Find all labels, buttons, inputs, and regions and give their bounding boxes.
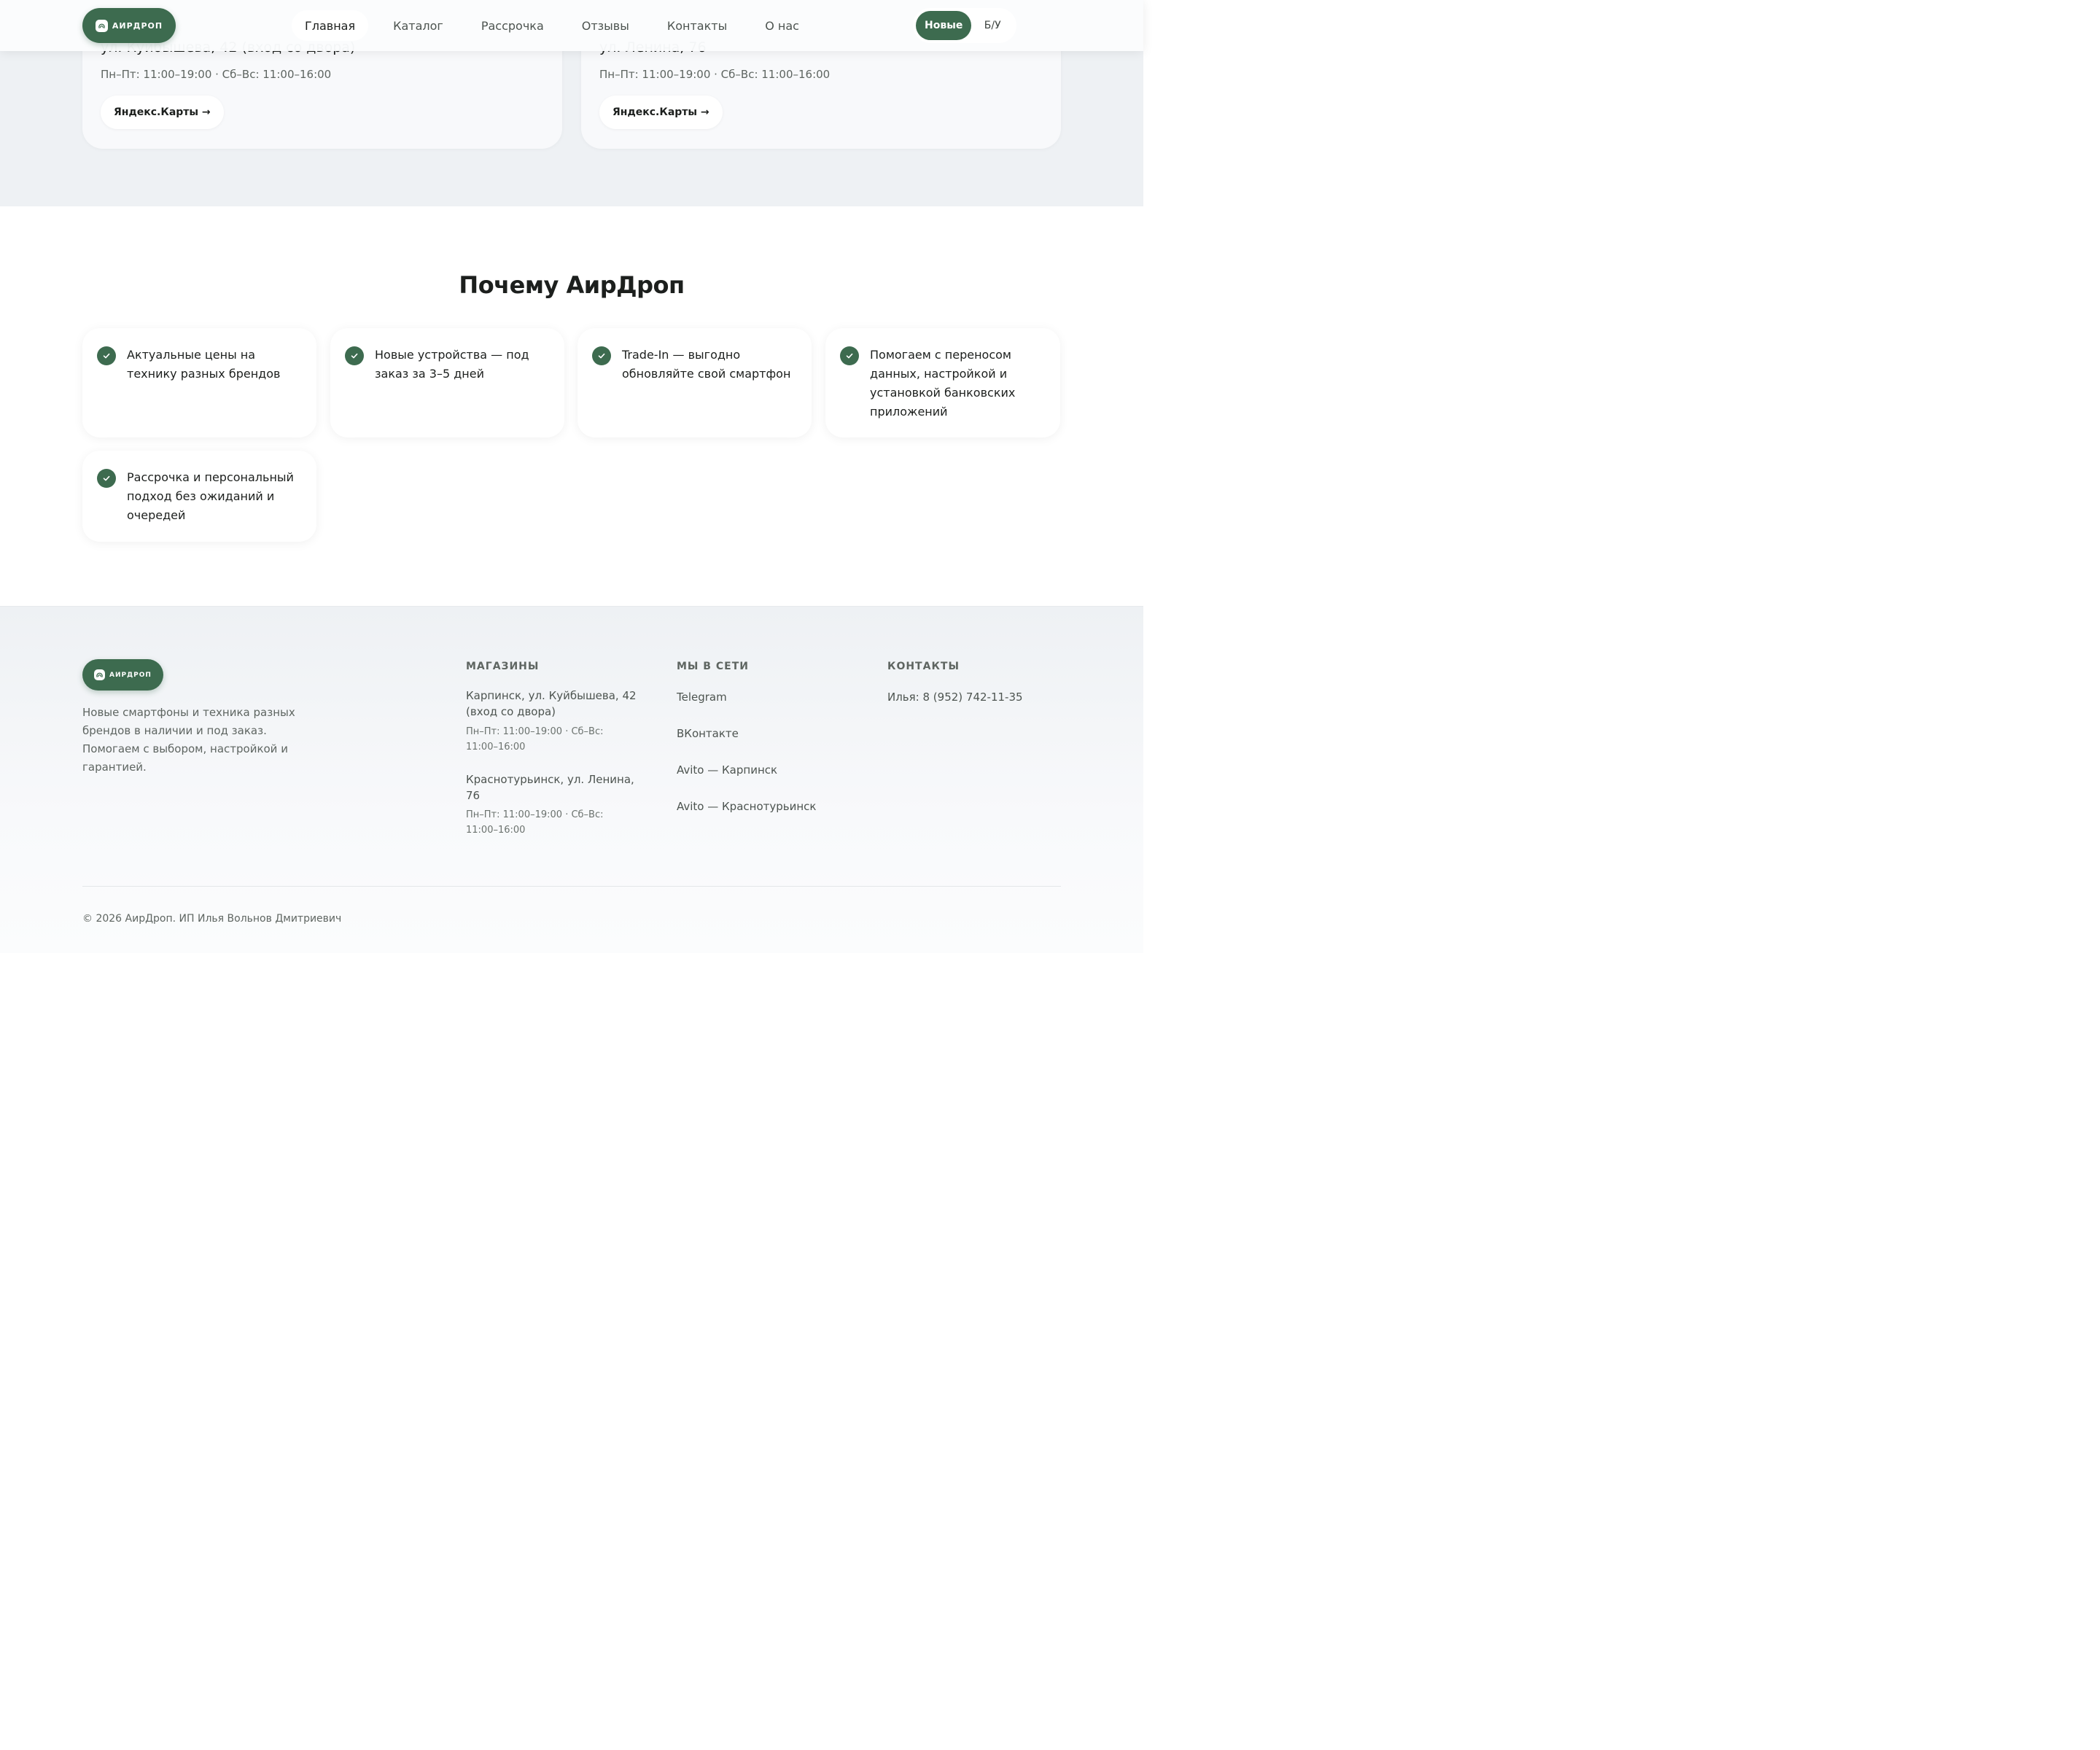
airdrop-icon [95, 19, 108, 32]
main-nav: Главная Каталог Рассрочка Отзывы Контакт… [292, 10, 824, 41]
feature-card: Рассрочка и персональный подход без ожид… [82, 451, 316, 542]
header-logo[interactable]: АИРДРОП [82, 8, 176, 43]
yandex-maps-button[interactable]: Яндекс.Карты → [101, 96, 224, 129]
site-footer: АИРДРОП Новые смартфоны и техника разных… [0, 606, 1143, 953]
condition-toggle: Новые Б/У [913, 8, 1016, 43]
toggle-used-button[interactable]: Б/У [971, 11, 1014, 40]
logo-text: АИРДРОП [112, 20, 163, 31]
footer-divider [82, 886, 1061, 887]
social-link-avito-karpinsk[interactable]: Avito — Карпинск [677, 763, 777, 777]
social-link-vk[interactable]: ВКонтакте [677, 727, 739, 740]
social-link-avito-krasnoturinsk[interactable]: Avito — Краснотурьинск [677, 800, 816, 813]
footer-store-hours: Пн–Пт: 11:00–19:00 · Сб–Вс: 11:00–16:00 [466, 809, 604, 836]
check-icon [97, 469, 116, 488]
nav-item-home[interactable]: Главная [292, 10, 369, 41]
social-link-telegram[interactable]: Telegram [677, 691, 727, 704]
feature-text: Новые устройства — под заказ за 3–5 дней [375, 348, 529, 381]
toggle-new-button[interactable]: Новые [916, 11, 972, 40]
check-icon [345, 346, 364, 365]
feature-text: Рассрочка и персональный подход без ожид… [127, 470, 294, 522]
feature-card: Trade-In — выгодно обновляйте свой смарт… [578, 328, 812, 438]
footer-logo[interactable]: АИРДРОП [82, 659, 163, 691]
stores-heading: МАГАЗИНЫ [466, 661, 540, 672]
store-hours: Пн–Пт: 11:00–19:00 · Сб–Вс: 11:00–16:00 [101, 68, 332, 81]
contacts-heading: КОНТАКТЫ [887, 661, 960, 672]
yandex-maps-button[interactable]: Яндекс.Карты → [599, 96, 723, 129]
footer-store-address: Краснотурьинск, ул. Ленина, 76 [466, 773, 634, 802]
nav-item-installment[interactable]: Рассрочка [468, 10, 557, 41]
feature-text: Помогаем с переносом данных, настройкой … [870, 348, 1016, 419]
footer-store-address: Карпинск, ул. Куйбышева, 42 (вход со дво… [466, 689, 637, 718]
feature-card: Актуальные цены на технику разных брендо… [82, 328, 316, 438]
feature-text: Trade-In — выгодно обновляйте свой смарт… [622, 348, 791, 381]
footer-store-hours: Пн–Пт: 11:00–19:00 · Сб–Вс: 11:00–16:00 [466, 726, 604, 752]
nav-item-about[interactable]: О нас [752, 10, 812, 41]
nav-item-catalog[interactable]: Каталог [380, 10, 456, 41]
why-title: Почему АирДроп [459, 271, 685, 299]
contact-phone[interactable]: Илья: 8 (952) 742-11-35 [887, 691, 1023, 704]
feature-text: Актуальные цены на технику разных брендо… [127, 348, 281, 381]
logo-text: АИРДРОП [109, 671, 152, 679]
airdrop-icon [94, 669, 106, 680]
footer-description: Новые смартфоны и техника разных брендов… [82, 706, 295, 774]
social-heading: МЫ В СЕТИ [677, 661, 749, 672]
check-icon [97, 346, 116, 365]
check-icon [840, 346, 859, 365]
store-hours: Пн–Пт: 11:00–19:00 · Сб–Вс: 11:00–16:00 [599, 68, 831, 81]
feature-card: Помогаем с переносом данных, настройкой … [825, 328, 1060, 438]
feature-card: Новые устройства — под заказ за 3–5 дней [330, 328, 564, 438]
check-icon [592, 346, 611, 365]
nav-item-contacts[interactable]: Контакты [654, 10, 740, 41]
site-header: АИРДРОП Главная Каталог Рассрочка Отзывы… [0, 0, 1143, 51]
nav-item-reviews[interactable]: Отзывы [569, 10, 642, 41]
copyright: © 2026 АирДроп. ИП Илья Вольнов Дмитриев… [82, 913, 342, 925]
